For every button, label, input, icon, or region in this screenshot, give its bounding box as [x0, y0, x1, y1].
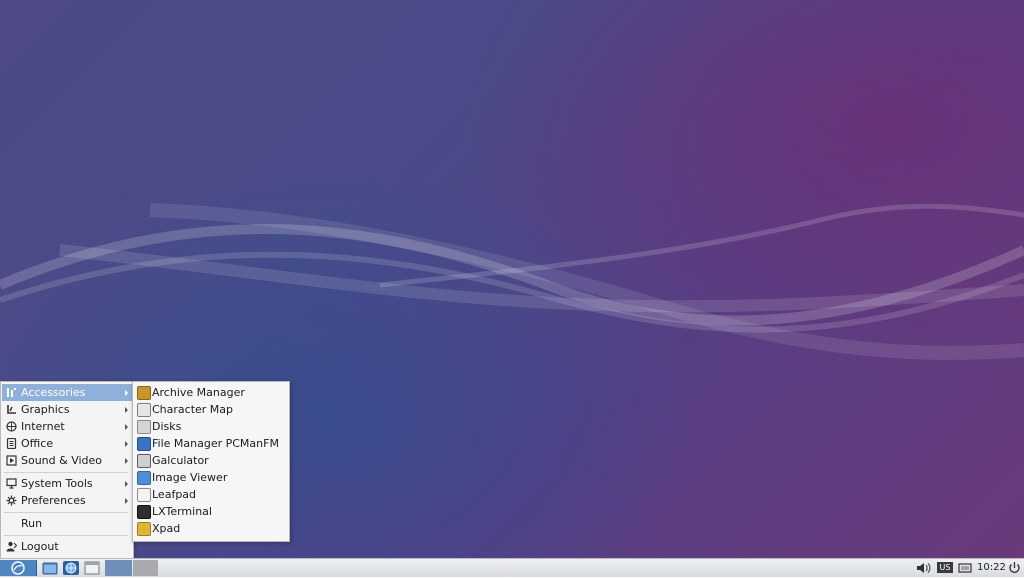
browser-launcher[interactable] — [62, 560, 80, 576]
menu-separator — [4, 472, 128, 473]
submenu-arrow-icon — [125, 481, 128, 487]
main-menu: Accessories Graphics Internet Office Sou… — [0, 381, 134, 559]
menu-item-label: Internet — [21, 420, 65, 433]
workspace-1-button[interactable] — [105, 560, 132, 576]
lubuntu-logo-icon — [11, 561, 25, 575]
folder-icon — [42, 562, 58, 575]
menu-item-label: Preferences — [21, 494, 86, 507]
submenu-arrow-icon — [125, 390, 128, 396]
submenu-item-leafpad[interactable]: Leafpad — [134, 486, 288, 503]
menu-item-run[interactable]: Run — [2, 515, 132, 532]
workspace-2-button[interactable] — [133, 560, 158, 576]
menu-separator — [4, 535, 128, 536]
menu-item-label: Graphics — [21, 403, 70, 416]
submenu-item-disks[interactable]: Disks — [134, 418, 288, 435]
image-viewer-icon — [137, 471, 151, 485]
submenu-item-galculator[interactable]: Galculator — [134, 452, 288, 469]
submenu-item-label: Archive Manager — [152, 386, 245, 399]
character-map-icon — [137, 403, 151, 417]
taskbar: US 10:22 — [0, 558, 1024, 577]
office-icon — [6, 438, 17, 449]
clock[interactable]: 10:22 — [977, 560, 1006, 576]
graphics-icon — [6, 404, 17, 415]
archive-manager-icon — [137, 386, 151, 400]
menu-separator — [4, 512, 128, 513]
preferences-icon — [6, 495, 17, 506]
submenu-item-image-viewer[interactable]: Image Viewer — [134, 469, 288, 486]
submenu-arrow-icon — [125, 424, 128, 430]
accessories-icon — [6, 387, 17, 398]
submenu-item-file-manager[interactable]: File Manager PCManFM — [134, 435, 288, 452]
menu-item-preferences[interactable]: Preferences — [2, 492, 132, 509]
submenu-item-label: File Manager PCManFM — [152, 437, 279, 450]
keyboard-layout-indicator[interactable]: US — [937, 562, 953, 573]
submenu-item-label: Character Map — [152, 403, 234, 416]
menu-item-logout[interactable]: Logout — [2, 538, 132, 555]
system-tools-icon — [6, 478, 17, 489]
submenu-item-label: Xpad — [152, 522, 181, 535]
submenu-item-label: Galculator — [152, 454, 209, 467]
submenu-item-label: Leafpad — [152, 488, 197, 501]
terminal-icon — [137, 505, 151, 519]
menu-item-graphics[interactable]: Graphics — [2, 401, 132, 418]
show-desktop-button[interactable] — [84, 560, 100, 576]
submenu-item-label: Disks — [152, 420, 182, 433]
window-icon — [84, 561, 100, 575]
globe-icon — [63, 561, 79, 575]
menu-item-label: Office — [21, 437, 54, 450]
start-menu-button[interactable] — [0, 560, 37, 576]
leafpad-icon — [137, 488, 151, 502]
shutdown-button[interactable] — [1007, 560, 1022, 576]
file-manager-icon — [137, 437, 151, 451]
menu-item-office[interactable]: Office — [2, 435, 132, 452]
accessories-submenu: Archive Manager Character Map Disks File… — [132, 381, 290, 542]
volume-button[interactable] — [915, 560, 931, 576]
submenu-item-label: LXTerminal — [152, 505, 212, 518]
menu-item-accessories[interactable]: Accessories — [2, 384, 132, 401]
menu-item-internet[interactable]: Internet — [2, 418, 132, 435]
submenu-arrow-icon — [125, 441, 128, 447]
submenu-item-character-map[interactable]: Character Map — [134, 401, 288, 418]
menu-item-label: System Tools — [21, 477, 93, 490]
menu-item-label: Run — [21, 517, 43, 530]
calculator-icon — [137, 454, 151, 468]
submenu-arrow-icon — [125, 407, 128, 413]
submenu-arrow-icon — [125, 458, 128, 464]
menu-item-label: Sound & Video — [21, 454, 103, 467]
power-icon — [1009, 562, 1020, 573]
disks-icon — [137, 420, 151, 434]
speaker-icon — [917, 563, 931, 573]
logout-icon — [6, 541, 17, 552]
menu-item-label: Logout — [21, 540, 59, 553]
submenu-item-label: Image Viewer — [152, 471, 228, 484]
menu-item-sound-video[interactable]: Sound & Video — [2, 452, 132, 469]
menu-item-system-tools[interactable]: System Tools — [2, 475, 132, 492]
submenu-arrow-icon — [125, 498, 128, 504]
sound-video-icon — [6, 455, 17, 466]
submenu-item-xpad[interactable]: Xpad — [134, 520, 288, 537]
menu-item-label: Accessories — [21, 386, 86, 399]
submenu-item-lxterminal[interactable]: LXTerminal — [134, 503, 288, 520]
network-icon — [958, 563, 972, 573]
file-manager-launcher[interactable] — [42, 560, 58, 576]
submenu-item-archive-manager[interactable]: Archive Manager — [134, 384, 288, 401]
xpad-icon — [137, 522, 151, 536]
internet-icon — [6, 421, 17, 432]
network-button[interactable] — [957, 560, 973, 576]
